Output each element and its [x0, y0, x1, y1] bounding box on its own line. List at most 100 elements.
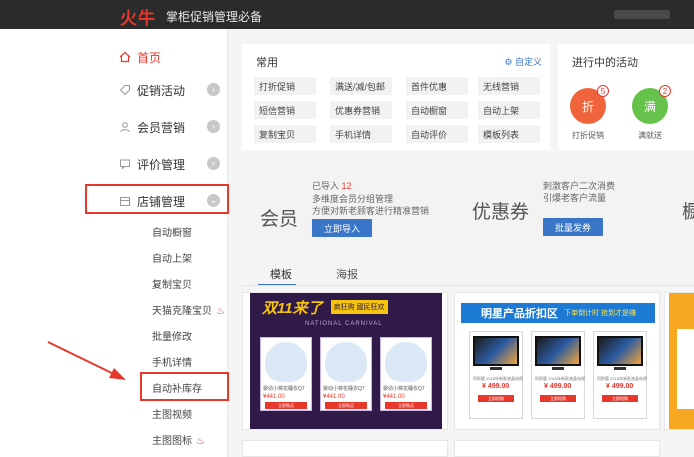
common-chip[interactable]: 自动上架 [478, 101, 540, 119]
sidebar-item-home[interactable]: 首页 [118, 46, 222, 68]
app-title: 掌柜促销管理必备 [166, 10, 263, 24]
submenu-item-batch-edit[interactable]: 批量修改 [152, 328, 192, 343]
submenu-item-mobile-detail[interactable]: 手机详情 [152, 354, 192, 369]
tabs-divider [242, 285, 694, 286]
template-card-star-products[interactable]: 明星产品折扣区 下单倒计时 抢到才是赚 阿斯鹿 2016年新款液晶电视 ¥ 499… [454, 292, 660, 430]
product-name: 婴幼小棉花睡衣Q7 [383, 386, 425, 392]
member-card: 会员 已导入 12 多维度会员分组管理 方便对新老顾客进行精准营销 立即导入 [242, 165, 446, 273]
common-chip[interactable]: 满送/减/包邮 [330, 77, 392, 95]
sidebar-item-label: 首页 [137, 50, 162, 65]
common-chip[interactable]: 自动评价 [406, 125, 468, 143]
product-price: ¥441.00 [263, 394, 285, 400]
buy-button: 立即购买 [325, 402, 367, 409]
tag-icon [118, 84, 131, 97]
annotation-arrow-icon [47, 341, 126, 380]
template-preview-block [677, 329, 694, 409]
tab-posters[interactable]: 海报 [336, 266, 358, 282]
sidebar-item-reviews[interactable]: 评价管理 › [118, 153, 222, 175]
user-icon [118, 121, 131, 134]
submenu-item-copy-item[interactable]: 复制宝贝 [152, 276, 192, 291]
product-image [385, 342, 427, 382]
chevron-right-icon[interactable]: › [207, 157, 220, 170]
comment-icon [118, 158, 131, 171]
sidebar-item-promotions[interactable]: 促销活动 › [118, 79, 222, 101]
sidebar-item-label: 评价管理 [137, 157, 186, 172]
template-banner: 双11来了 疯狂购 國民狂欢 [262, 295, 432, 319]
product-price: ¥441.00 [383, 394, 405, 400]
template-card-next-row[interactable] [454, 440, 660, 457]
tv-image [535, 336, 581, 366]
activity-label: 满就送 [638, 131, 662, 140]
product-tile: 阿斯鹿 2016年新款液晶电视 ¥ 499.00 立即抢购 [531, 331, 585, 419]
panel-title: 常用 [256, 57, 278, 69]
sidebar-item-members[interactable]: 会员营销 › [118, 116, 222, 138]
product-name: 婴幼小棉花睡衣Q7 [263, 386, 305, 392]
card-title: 会员 [260, 209, 299, 230]
template-card-double11[interactable]: 双11来了 疯狂购 國民狂欢 NATIONAL CARNIVAL 婴幼小棉花睡衣… [242, 292, 448, 430]
tab-templates[interactable]: 模板 [270, 266, 292, 282]
store-management-highlight-box [85, 184, 229, 214]
product-price: ¥441.00 [323, 394, 345, 400]
count-badge: 5 [597, 85, 609, 97]
template-preview: 明星产品折扣区 下单倒计时 抢到才是赚 阿斯鹿 2016年新款液晶电视 ¥ 499… [461, 293, 655, 429]
product-name: 婴幼小棉花睡衣Q7 [323, 386, 365, 392]
home-icon [118, 51, 131, 64]
product-tile: 阿斯鹿 2016年新款液晶电视 ¥ 499.00 立即抢购 [593, 331, 647, 419]
common-chip[interactable]: 短信营销 [254, 101, 316, 119]
product-price: ¥ 499.00 [544, 383, 572, 390]
common-chip[interactable]: 模板列表 [478, 125, 540, 143]
submenu-item-label: 主图图标 [152, 436, 192, 447]
product-price: ¥ 499.00 [482, 383, 510, 390]
submenu-item-label: 天猫克隆宝贝 [152, 306, 212, 317]
common-chip[interactable]: 无线营销 [478, 77, 540, 95]
buy-button: 立即抢购 [602, 395, 638, 402]
chevron-right-icon[interactable]: › [207, 83, 220, 96]
banner-title: 双11来了 [262, 299, 323, 317]
product-tile: 阿斯鹿 2016年新款液晶电视 ¥ 499.00 立即抢购 [469, 331, 523, 419]
submenu-item-main-video[interactable]: 主图视频 [152, 406, 192, 421]
product-tile: 婴幼小棉花睡衣Q7 ¥441.00 立即购买 [260, 337, 312, 411]
common-chip[interactable]: 首件优惠 [406, 77, 468, 95]
product-image [265, 342, 307, 382]
submenu-item-auto-showcase[interactable]: 自动橱窗 [152, 224, 192, 239]
product-image [325, 342, 367, 382]
customize-link[interactable]: ⚙ 自定义 [504, 55, 542, 68]
coupon-card: 优惠券 刺激客户二次消费 引爆老客户流量 批量发券 [454, 165, 658, 273]
product-name: 阿斯鹿 2016年新款液晶电视 [597, 376, 648, 381]
product-name: 阿斯鹿 2016年新款液晶电视 [473, 376, 524, 381]
template-preview [669, 293, 694, 429]
batch-issue-coupon-button[interactable]: 批量发券 [543, 218, 603, 236]
fire-icon: ♨ [196, 436, 205, 447]
card-line: 方便对新老顾客进行精准营销 [312, 206, 430, 216]
template-card-next-row[interactable] [242, 440, 448, 457]
common-chip[interactable]: 手机详情 [330, 125, 392, 143]
import-now-button[interactable]: 立即导入 [312, 219, 372, 237]
card-line: 引爆老客户流量 [543, 193, 607, 203]
common-chip[interactable]: 优惠券营销 [330, 101, 392, 119]
banner-tag: 疯狂购 國民狂欢 [330, 300, 388, 314]
brand-logo[interactable]: 火牛 [120, 4, 156, 29]
product-price: ¥ 499.00 [606, 383, 634, 390]
tv-stand [552, 367, 564, 370]
card-title: 橱 [682, 202, 694, 223]
submenu-item-tmall-clone[interactable]: 天猫克隆宝贝 ♨ [152, 302, 225, 317]
template-preview: 双11来了 疯狂购 國民狂欢 NATIONAL CARNIVAL 婴幼小棉花睡衣… [250, 293, 442, 429]
panel-title: 进行中的活动 [572, 57, 638, 69]
common-chip[interactable]: 复制宝贝 [254, 125, 316, 143]
top-bar: 火牛 掌柜促销管理必备 [0, 0, 694, 29]
full-gift-activity-icon[interactable]: 满 2 [632, 85, 671, 124]
count-badge: 2 [659, 85, 671, 97]
activity-label: 打折促销 [572, 131, 604, 140]
common-chip[interactable]: 打折促销 [254, 77, 316, 95]
product-tile: 婴幼小棉花睡衣Q7 ¥441.00 立即购买 [380, 337, 432, 411]
submenu-item-auto-listing[interactable]: 自动上架 [152, 250, 192, 265]
user-name-blurred[interactable] [614, 10, 670, 19]
submenu-item-main-badge[interactable]: 主图图标 ♨ [152, 432, 205, 447]
buy-button: 立即抢购 [540, 395, 576, 402]
common-chip[interactable]: 自动橱窗 [406, 101, 468, 119]
chevron-right-icon[interactable]: › [207, 120, 220, 133]
tv-stand [614, 367, 626, 370]
discount-activity-icon[interactable]: 折 5 [570, 85, 609, 124]
template-card-partial[interactable] [664, 292, 694, 430]
sidebar-item-label: 促销活动 [137, 83, 186, 98]
